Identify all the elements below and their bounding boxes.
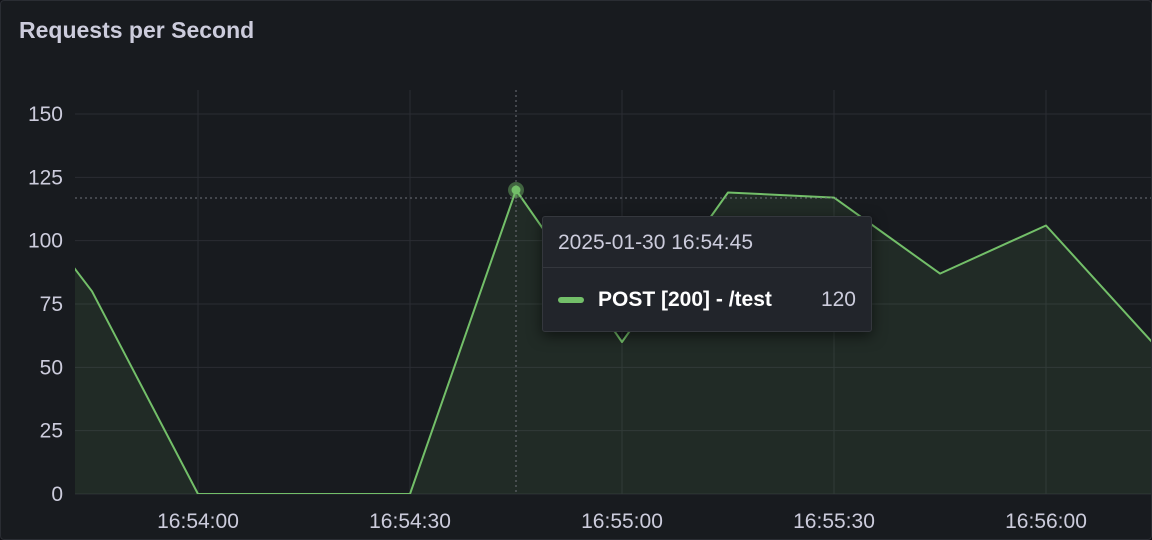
hover-point — [511, 185, 521, 195]
x-tick-label: 16:55:30 — [793, 510, 875, 533]
tooltip-series-value: 120 — [820, 288, 856, 311]
hover-tooltip: 2025-01-30 16:54:45 POST [200] - /test 1… — [542, 216, 872, 332]
y-tick-label: 50 — [40, 356, 63, 379]
x-tick-label: 16:55:00 — [581, 510, 663, 533]
tooltip-series-name: POST [200] - /test — [598, 288, 772, 311]
tooltip-time: 2025-01-30 16:54:45 — [543, 217, 871, 268]
y-tick-label: 0 — [51, 483, 63, 506]
tooltip-series-row: POST [200] - /test 120 — [558, 287, 856, 313]
x-tick-label: 16:54:30 — [369, 510, 451, 533]
y-tick-label: 150 — [28, 103, 63, 126]
y-tick-label: 25 — [40, 420, 63, 443]
y-tick-label: 100 — [28, 230, 63, 253]
chart-panel: Requests per Second 0 25 50 75 100 125 150 16:5… — [0, 0, 1152, 540]
series-color-swatch — [558, 297, 584, 303]
y-tick-label: 75 — [40, 293, 63, 316]
y-tick-label: 125 — [28, 166, 63, 189]
x-tick-label: 16:56:00 — [1005, 510, 1087, 533]
x-tick-label: 16:54:00 — [157, 510, 239, 533]
